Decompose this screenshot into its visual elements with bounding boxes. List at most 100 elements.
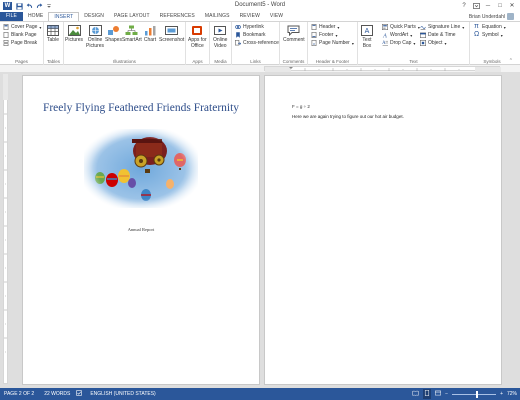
tab-file[interactable]: FILE xyxy=(0,12,23,21)
symbol-button[interactable]: Ω Symbol ▾ xyxy=(474,31,503,38)
document-title[interactable]: Freely Flying Feathered Friends Fraterni… xyxy=(23,102,259,114)
zoom-in-button[interactable]: + xyxy=(500,391,503,397)
close-button[interactable]: ✕ xyxy=(506,0,518,11)
save-icon[interactable] xyxy=(15,2,23,10)
online-video-button[interactable]: Online Video xyxy=(213,24,227,49)
apps-for-office-icon xyxy=(190,24,204,37)
group-text: A Text Box Quick Parts ▾ A WordArt ▾ A Dro… xyxy=(358,22,470,65)
ribbon-display-options-icon[interactable] xyxy=(470,0,482,11)
calendar-icon xyxy=(420,32,426,38)
cross-reference-icon xyxy=(235,40,242,46)
zoom-slider[interactable] xyxy=(452,390,497,398)
chart-button[interactable]: Chart xyxy=(143,24,157,44)
vertical-ruler[interactable] xyxy=(3,74,8,384)
tab-design[interactable]: DESIGN xyxy=(79,12,109,21)
language[interactable]: ENGLISH (UNITED STATES) xyxy=(90,391,155,397)
online-pictures-icon xyxy=(88,24,102,37)
print-layout-icon[interactable] xyxy=(423,389,432,399)
quick-parts-icon xyxy=(382,24,388,30)
tab-mailings[interactable]: MAILINGS xyxy=(200,12,235,21)
svg-text:A: A xyxy=(382,33,387,38)
equation-text[interactable]: F = g ÷ 2 xyxy=(292,104,310,109)
web-layout-icon[interactable] xyxy=(435,390,442,398)
smartart-button[interactable]: SmartArt xyxy=(122,24,142,44)
document-page-2[interactable]: F = g ÷ 2 Here we are again trying to fi… xyxy=(264,75,502,385)
chevron-down-icon: ▾ xyxy=(335,32,338,38)
chevron-down-icon: ▾ xyxy=(500,32,503,38)
page-break-button[interactable]: Page Break xyxy=(3,40,37,46)
bookmark-button[interactable]: Bookmark xyxy=(235,32,266,38)
page-number-icon: # xyxy=(311,40,317,46)
apps-for-office-button[interactable]: Apps for Office xyxy=(188,24,207,49)
redo-icon[interactable] xyxy=(35,2,43,10)
signature-line-icon xyxy=(420,24,426,30)
zoom-out-button[interactable]: − xyxy=(445,391,448,397)
signature-line-button[interactable]: Signature Line ▾ xyxy=(420,24,464,30)
user-account[interactable]: Brian Underdahl xyxy=(469,13,514,20)
group-label-comments: Comments xyxy=(282,59,305,64)
tab-page-layout[interactable]: PAGE LAYOUT xyxy=(109,12,155,21)
restore-button[interactable]: □ xyxy=(494,0,506,11)
footer-button[interactable]: Footer ▾ xyxy=(311,32,337,38)
online-pictures-button[interactable]: Online Pictures xyxy=(86,24,104,49)
chevron-down-icon: ▾ xyxy=(444,40,447,46)
undo-icon[interactable] xyxy=(25,2,33,10)
minimize-button[interactable]: ─ xyxy=(482,0,494,11)
pictures-button[interactable]: Pictures xyxy=(65,24,83,44)
group-media: Online Video Media xyxy=(210,22,232,65)
page-number-button[interactable]: # Page Number ▾ xyxy=(311,40,354,46)
user-name: Brian Underdahl xyxy=(468,13,505,20)
omega-icon: Ω xyxy=(474,31,480,38)
screenshot-button[interactable]: Screenshot xyxy=(159,24,184,44)
word-app-icon[interactable]: W xyxy=(3,2,12,10)
group-header-footer: Header ▾ Footer ▾ # Page Number ▾ Header & … xyxy=(308,22,358,65)
screenshot-icon xyxy=(165,24,179,37)
date-time-button[interactable]: Date & Time xyxy=(420,32,456,38)
blank-page-button[interactable]: Blank Page xyxy=(3,32,37,38)
tab-insert[interactable]: INSERT xyxy=(48,12,80,21)
page-count[interactable]: PAGE 2 OF 2 xyxy=(4,391,34,397)
ribbon: Cover Page ▾ Blank Page Page Break Pages … xyxy=(0,21,520,65)
horizontal-ruler[interactable] xyxy=(264,66,501,72)
equation-button[interactable]: π Equation ▾ xyxy=(474,23,506,30)
help-button[interactable]: ? xyxy=(458,0,470,11)
customize-icon[interactable] xyxy=(45,2,53,10)
footer-icon xyxy=(311,32,317,38)
cover-page-icon xyxy=(3,24,9,30)
chevron-down-icon: ▾ xyxy=(410,32,413,38)
drop-cap-button[interactable]: A Drop Cap ▾ xyxy=(382,40,415,46)
quick-parts-button[interactable]: Quick Parts ▾ xyxy=(382,24,420,30)
tab-references[interactable]: REFERENCES xyxy=(155,12,200,21)
window-controls: ? ─ □ ✕ xyxy=(458,0,518,11)
shapes-button[interactable]: Shapes xyxy=(105,24,122,44)
text-box-button[interactable]: A Text Box xyxy=(360,24,374,49)
zoom-slider-thumb[interactable] xyxy=(476,390,479,398)
chevron-down-icon: ▾ xyxy=(351,40,354,46)
wordart-button[interactable]: A WordArt ▾ xyxy=(382,32,413,39)
document-page-1[interactable]: Freely Flying Feathered Friends Fraterni… xyxy=(22,75,260,385)
cover-page-button[interactable]: Cover Page ▾ xyxy=(3,24,41,30)
bookmark-icon xyxy=(235,32,241,38)
hyperlink-button[interactable]: Hyperlink xyxy=(235,24,264,30)
proofing-icon[interactable] xyxy=(76,390,83,398)
hot-air-balloon-photo[interactable] xyxy=(84,129,198,208)
wordart-icon: A xyxy=(382,32,388,39)
drop-cap-icon: A xyxy=(382,40,388,46)
tab-home[interactable]: HOME xyxy=(23,12,48,21)
object-button[interactable]: Object ▾ xyxy=(420,40,446,46)
body-paragraph[interactable]: Here we are again trying to figure out o… xyxy=(292,114,404,119)
comment-button[interactable]: Comment xyxy=(283,24,305,44)
blank-page-icon xyxy=(3,32,9,38)
zoom-level[interactable]: 72% xyxy=(507,391,517,397)
document-caption[interactable]: Annual Report xyxy=(23,227,259,232)
collapse-ribbon-icon[interactable]: ⌃ xyxy=(509,58,513,64)
tab-review[interactable]: REVIEW xyxy=(235,12,265,21)
chevron-down-icon: ▾ xyxy=(413,40,416,46)
header-button[interactable]: Header ▾ xyxy=(311,24,339,30)
table-button[interactable]: Table xyxy=(46,24,60,44)
group-comments: Comment Comments xyxy=(280,22,308,65)
tab-view[interactable]: VIEW xyxy=(265,12,288,21)
cross-reference-button[interactable]: Cross-reference xyxy=(235,40,279,46)
word-count[interactable]: 22 WORDS xyxy=(44,391,70,397)
read-mode-icon[interactable] xyxy=(412,390,419,398)
